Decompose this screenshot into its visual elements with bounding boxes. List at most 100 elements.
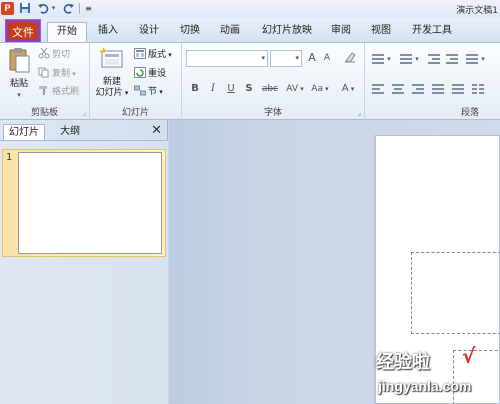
italic-button[interactable]: I (206, 81, 220, 97)
tab-developer[interactable]: 开发工具 (406, 22, 458, 42)
watermark-check-icon: √ (462, 344, 476, 368)
clear-format-button[interactable] (342, 50, 358, 66)
line-spacing-dropdown-icon[interactable]: ▾ (479, 51, 487, 67)
slide-number: 1 (6, 152, 13, 163)
justify-icon[interactable] (431, 83, 445, 95)
tab-animations[interactable]: 动画 (214, 22, 246, 42)
tab-home[interactable]: 开始 (47, 22, 87, 42)
shrink-font-button[interactable]: A (320, 50, 334, 66)
group-slides: 新建 幻灯片 ▾ 版式 ▾ 重设 节 ▾ 幻灯片 (90, 43, 182, 120)
qat-separator (79, 3, 80, 14)
numbering-icon[interactable] (399, 53, 413, 65)
change-case-icon: Aa (311, 84, 323, 94)
bullets-icon[interactable] (371, 53, 385, 65)
close-panel-icon[interactable]: ✕ (151, 123, 162, 138)
section-icon (134, 85, 146, 96)
font-group-label: 字体 (263, 108, 282, 118)
bold-icon: B (191, 83, 199, 94)
tab-transitions[interactable]: 切换 (174, 22, 206, 42)
new-slide-dropdown-icon[interactable]: ▾ (123, 89, 129, 97)
grow-font-button[interactable]: A (305, 50, 319, 66)
paragraph-group-label: 段落 (460, 108, 479, 118)
clipboard-group-label: 剪贴板 (30, 108, 58, 118)
group-paragraph: ▾ ▾ ▾ 段落 (365, 43, 500, 120)
tab-insert[interactable]: 插入 (92, 22, 124, 42)
tab-outline-panel[interactable]: 大纲 (50, 124, 90, 141)
watermark: 经验啦 √ jingyanla.com (376, 344, 500, 404)
format-painter-icon (38, 85, 50, 96)
group-clipboard: 粘贴 ▾ 剪切 复制 ▾ 格式刷 剪贴板 ⌟ (0, 43, 90, 120)
bullets-dropdown-icon[interactable]: ▾ (385, 51, 393, 67)
slides-panel: 幻灯片 大纲 ✕ 1 (0, 120, 168, 404)
paste-dropdown-icon[interactable]: ▾ (3, 90, 35, 101)
new-slide-icon (94, 47, 130, 75)
layout-dropdown-icon[interactable]: ▾ (166, 51, 172, 59)
tab-design[interactable]: 设计 (133, 22, 165, 42)
character-spacing-icon: AV (286, 84, 298, 94)
powerpoint-logo-icon[interactable]: P (1, 2, 14, 15)
customize-icon[interactable]: ≡ (82, 2, 95, 15)
slides-group-label: 幻灯片 (121, 108, 149, 118)
italic-icon: I (211, 83, 215, 94)
decrease-indent-icon[interactable] (427, 53, 441, 65)
strikethrough-button[interactable]: abc (260, 81, 280, 97)
align-center-icon[interactable] (391, 83, 405, 95)
new-slide-button[interactable]: 新建 幻灯片 ▾ (94, 47, 130, 99)
cut-button[interactable]: 剪切 (38, 47, 70, 62)
font-launcher-icon[interactable]: ⌟ (358, 109, 361, 117)
line-spacing-icon[interactable] (465, 53, 479, 65)
clipboard-launcher-icon[interactable]: ⌟ (83, 109, 86, 117)
paste-button[interactable]: 粘贴 ▾ (3, 47, 35, 101)
layout-icon (134, 48, 146, 59)
font-color-button[interactable]: A ▾ (337, 81, 359, 97)
tab-file[interactable]: 文件 (5, 19, 41, 43)
bold-button[interactable]: B (188, 81, 202, 97)
distribute-icon[interactable] (451, 83, 465, 95)
paste-label: 粘贴 (9, 79, 28, 89)
numbering-dropdown-icon[interactable]: ▾ (413, 51, 421, 67)
section-button[interactable]: 节 ▾ (134, 85, 163, 99)
save-icon[interactable] (18, 2, 31, 15)
tab-view[interactable]: 视图 (365, 22, 397, 42)
copy-button[interactable]: 复制 ▾ (38, 67, 76, 81)
format-painter-label: 格式刷 (52, 87, 80, 97)
section-label: 节 (148, 87, 158, 97)
layout-button[interactable]: 版式 ▾ (134, 48, 172, 62)
columns-icon[interactable] (471, 83, 485, 95)
watermark-text: 经验啦 (376, 352, 430, 373)
font-color-icon: A (341, 83, 349, 94)
underline-icon: U (227, 83, 235, 94)
new-slide-label-1: 新建 (102, 77, 121, 87)
font-name-combo[interactable]: ▾ (186, 50, 268, 67)
align-left-icon[interactable] (371, 83, 385, 95)
copy-label: 复制 (52, 69, 71, 79)
change-case-button[interactable]: Aa ▾ (308, 81, 332, 97)
character-spacing-button[interactable]: AV ▾ (283, 81, 307, 97)
tab-review[interactable]: 审阅 (325, 22, 357, 42)
increase-indent-icon[interactable] (445, 53, 459, 65)
title-placeholder[interactable] (411, 252, 500, 334)
redo-icon[interactable] (62, 2, 75, 15)
section-dropdown-icon[interactable]: ▾ (157, 88, 163, 96)
font-size-dropdown-icon[interactable]: ▾ (295, 54, 299, 62)
group-font: ▾ ▾ A A B I U S abc AV ▾ Aa ▾ A ▾ 字体 ⌟ (182, 43, 365, 120)
quick-access-toolbar: P ▾ ≡ 演示文稿1 (0, 0, 500, 18)
font-name-dropdown-icon[interactable]: ▾ (261, 54, 265, 62)
slide-thumbnail-list[interactable]: 1 (0, 140, 168, 404)
layout-label: 版式 (148, 50, 167, 60)
tab-slides-panel[interactable]: 幻灯片 (3, 124, 45, 141)
format-painter-button[interactable]: 格式刷 (38, 85, 79, 99)
shadow-button[interactable]: S (242, 81, 256, 97)
reset-button[interactable]: 重设 (134, 67, 166, 81)
paste-icon (3, 47, 35, 77)
copy-dropdown-icon[interactable]: ▾ (70, 70, 76, 78)
panel-tabs: 幻灯片 大纲 ✕ (0, 122, 168, 141)
tab-slideshow[interactable]: 幻灯片放映 (257, 22, 317, 42)
underline-button[interactable]: U (224, 81, 238, 97)
undo-dropdown-icon[interactable]: ▾ (47, 2, 60, 15)
align-right-icon[interactable] (411, 83, 425, 95)
slide-thumbnail[interactable] (18, 152, 162, 254)
scissors-icon (38, 47, 50, 59)
font-size-combo[interactable]: ▾ (270, 50, 302, 67)
copy-icon (38, 67, 50, 78)
